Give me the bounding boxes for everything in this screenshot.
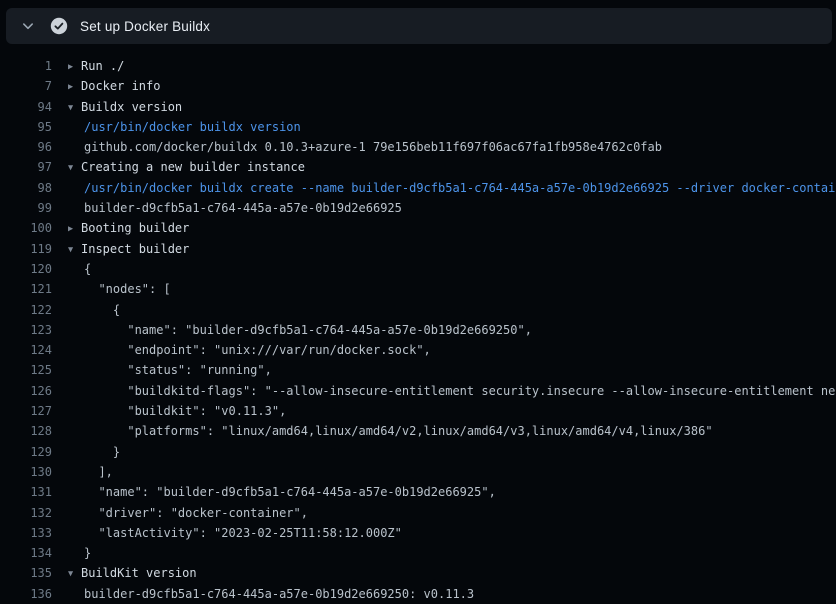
command-text: /usr/bin/docker buildx version [84, 120, 301, 134]
log-line[interactable]: 100 ▶Booting builder [0, 218, 836, 238]
log-line: 124 "endpoint": "unix:///var/run/docker.… [0, 340, 836, 360]
line-number[interactable]: 125 [0, 360, 52, 380]
line-number[interactable]: 134 [0, 543, 52, 563]
log-lines: 1▶Run ./7▶Docker info94▼Buildx version95… [0, 56, 836, 604]
output-text: "status": "running", [84, 363, 272, 377]
line-number[interactable]: 127 [0, 401, 52, 421]
output-text: "buildkit": "v0.11.3", [84, 404, 286, 418]
output-text: "endpoint": "unix:///var/run/docker.sock… [84, 343, 431, 357]
line-number[interactable]: 123 [0, 320, 52, 340]
line-number[interactable]: 136 [0, 584, 52, 604]
step-title: Set up Docker Buildx [80, 19, 210, 34]
step-header[interactable]: Set up Docker Buildx [6, 8, 832, 44]
log-line: 129 } [0, 442, 836, 462]
output-text: "name": "builder-d9cfb5a1-c764-445a-a57e… [84, 485, 496, 499]
line-number[interactable]: 128 [0, 421, 52, 441]
line-number[interactable]: 119 [0, 239, 52, 259]
output-text: "driver": "docker-container", [84, 506, 308, 520]
output-text: builder-d9cfb5a1-c764-445a-a57e-0b19d2e6… [84, 587, 474, 601]
line-number[interactable]: 99 [0, 198, 52, 218]
output-text: "lastActivity": "2023-02-25T11:58:12.000… [84, 526, 402, 540]
actions-log-panel: Set up Docker Buildx 1▶Run ./7▶Docker in… [0, 0, 836, 604]
log-line[interactable]: 1 ▶Run ./ [0, 56, 836, 76]
line-number[interactable]: 96 [0, 137, 52, 157]
triangle-down-icon[interactable]: ▼ [68, 564, 81, 583]
log-line: 123 "name": "builder-d9cfb5a1-c764-445a-… [0, 320, 836, 340]
group-label: Buildx version [81, 100, 182, 114]
group-label: Docker info [81, 79, 160, 93]
log-line[interactable]: 7 ▶Docker info [0, 76, 836, 96]
line-number[interactable]: 126 [0, 381, 52, 401]
log-line: 133 "lastActivity": "2023-02-25T11:58:12… [0, 523, 836, 543]
output-text: ], [84, 465, 113, 479]
log-line[interactable]: 94 ▼Buildx version [0, 97, 836, 117]
output-text: { [84, 303, 120, 317]
line-number[interactable]: 1 [0, 56, 52, 76]
group-label: Inspect builder [81, 242, 189, 256]
line-number[interactable]: 95 [0, 117, 52, 137]
log-line: 96 github.com/docker/buildx 0.10.3+azure-… [0, 137, 836, 157]
line-number[interactable]: 124 [0, 340, 52, 360]
log-line: 131 "name": "builder-d9cfb5a1-c764-445a-… [0, 482, 836, 502]
line-number[interactable]: 120 [0, 259, 52, 279]
check-circle-icon [50, 17, 68, 35]
line-number[interactable]: 130 [0, 462, 52, 482]
triangle-down-icon[interactable]: ▼ [68, 158, 81, 177]
log-line[interactable]: 135 ▼BuildKit version [0, 563, 836, 583]
output-text: { [84, 262, 91, 276]
triangle-down-icon[interactable]: ▼ [68, 240, 81, 259]
log-line: 120 { [0, 259, 836, 279]
log-line: 134} [0, 543, 836, 563]
log-line: 130 ], [0, 462, 836, 482]
line-number[interactable]: 97 [0, 157, 52, 177]
log-line[interactable]: 97 ▼Creating a new builder instance [0, 157, 836, 177]
triangle-right-icon[interactable]: ▶ [68, 57, 81, 76]
line-number[interactable]: 94 [0, 97, 52, 117]
log-line: 121 "nodes": [ [0, 279, 836, 299]
line-number[interactable]: 131 [0, 482, 52, 502]
triangle-right-icon[interactable]: ▶ [68, 219, 81, 238]
line-number[interactable]: 7 [0, 76, 52, 96]
group-label: BuildKit version [81, 566, 197, 580]
group-label: Booting builder [81, 221, 189, 235]
output-text: "name": "builder-d9cfb5a1-c764-445a-a57e… [84, 323, 532, 337]
output-text: "buildkitd-flags": "--allow-insecure-ent… [84, 384, 836, 398]
line-number[interactable]: 100 [0, 218, 52, 238]
command-text: /usr/bin/docker buildx create --name bui… [84, 181, 836, 195]
output-text: } [84, 445, 120, 459]
line-number[interactable]: 121 [0, 279, 52, 299]
output-text: github.com/docker/buildx 0.10.3+azure-1 … [84, 140, 662, 154]
line-number[interactable]: 135 [0, 563, 52, 583]
log-line: 132 "driver": "docker-container", [0, 503, 836, 523]
log-line[interactable]: 119 ▼Inspect builder [0, 239, 836, 259]
log-line: 98/usr/bin/docker buildx create --name b… [0, 178, 836, 198]
log-line: 99 builder-d9cfb5a1-c764-445a-a57e-0b19d2… [0, 198, 836, 218]
line-number[interactable]: 98 [0, 178, 52, 198]
log-line: 128 "platforms": "linux/amd64,linux/amd6… [0, 421, 836, 441]
line-number[interactable]: 122 [0, 300, 52, 320]
group-label: Creating a new builder instance [81, 160, 305, 174]
group-label: Run ./ [81, 59, 124, 73]
output-text: "platforms": "linux/amd64,linux/amd64/v2… [84, 424, 713, 438]
log-line: 127 "buildkit": "v0.11.3", [0, 401, 836, 421]
log-line: 122 { [0, 300, 836, 320]
output-text: "nodes": [ [84, 282, 171, 296]
triangle-right-icon[interactable]: ▶ [68, 77, 81, 96]
log-line: 126 "buildkitd-flags": "--allow-insecure… [0, 381, 836, 401]
line-number[interactable]: 133 [0, 523, 52, 543]
line-number[interactable]: 132 [0, 503, 52, 523]
log-line: 136 builder-d9cfb5a1-c764-445a-a57e-0b19d… [0, 584, 836, 604]
log-line: 125 "status": "running", [0, 360, 836, 380]
line-number[interactable]: 129 [0, 442, 52, 462]
chevron-down-icon[interactable] [16, 19, 40, 33]
output-text: builder-d9cfb5a1-c764-445a-a57e-0b19d2e6… [84, 201, 402, 215]
output-text: } [84, 546, 91, 560]
log-line: 95/usr/bin/docker buildx version [0, 117, 836, 137]
triangle-down-icon[interactable]: ▼ [68, 98, 81, 117]
